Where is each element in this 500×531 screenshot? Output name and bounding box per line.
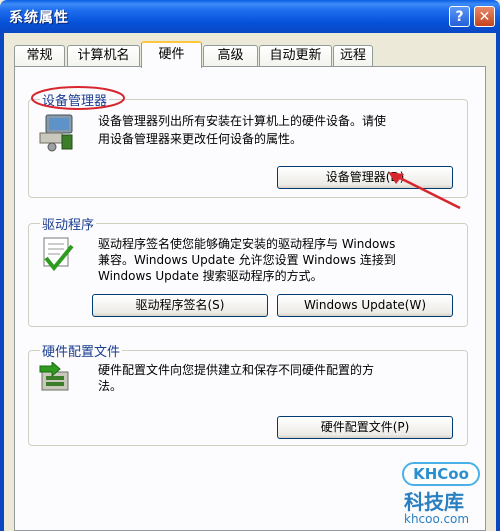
close-button[interactable]: ✕ [474, 6, 495, 27]
window-frame-right [496, 33, 500, 531]
tab-hardware[interactable]: 硬件 [141, 41, 202, 68]
watermark-domain: khcoo.com [404, 512, 470, 526]
device-manager-icon [39, 114, 73, 152]
help-button[interactable]: ? [449, 6, 470, 27]
title-bar: 系统属性 ? ✕ [0, 0, 500, 33]
tab-remote[interactable]: 远程 [333, 45, 373, 66]
hardware-profiles-group-title: 硬件配置文件 [40, 341, 123, 360]
annotation-arrow [388, 172, 461, 210]
watermark-logo: KHCoo [402, 462, 480, 486]
device-manager-description-2: 用设备管理器来更改任何设备的属性。 [98, 132, 303, 146]
windows-update-button[interactable]: Windows Update(W) [277, 294, 453, 317]
driver-signing-button[interactable]: 驱动程序签名(S) [92, 294, 268, 317]
drivers-description-3: Windows Update 搜索驱动程序的方式。 [98, 269, 323, 283]
window-title: 系统属性 [9, 10, 69, 26]
drivers-group-title: 驱动程序 [40, 214, 97, 233]
hardware-profiles-icon [39, 362, 69, 391]
hardware-profiles-description-1: 硬件配置文件向您提供建立和保存不同硬件配置的方 [98, 363, 375, 377]
tab-computer-name[interactable]: 计算机名 [67, 45, 140, 66]
hardware-profiles-button[interactable]: 硬件配置文件(P) [277, 416, 453, 439]
tab-advanced[interactable]: 高级 [203, 45, 258, 66]
tab-general[interactable]: 常规 [14, 45, 65, 66]
driver-signing-icon [43, 237, 74, 272]
drivers-description-1: 驱动程序签名使您能够确定安装的驱动程序与 Windows [98, 237, 396, 251]
watermark-name: 科技库 [404, 490, 464, 514]
drivers-description-2: 兼容。Windows Update 允许您设置 Windows 连接到 [98, 253, 396, 267]
annotation-circle [31, 86, 125, 110]
device-manager-description-1: 设备管理器列出所有安装在计算机上的硬件设备。请使 [98, 114, 387, 128]
hardware-profiles-description-2: 法。 [98, 379, 123, 393]
window-frame-left [0, 33, 4, 531]
tab-automatic-updates[interactable]: 自动更新 [259, 45, 332, 66]
